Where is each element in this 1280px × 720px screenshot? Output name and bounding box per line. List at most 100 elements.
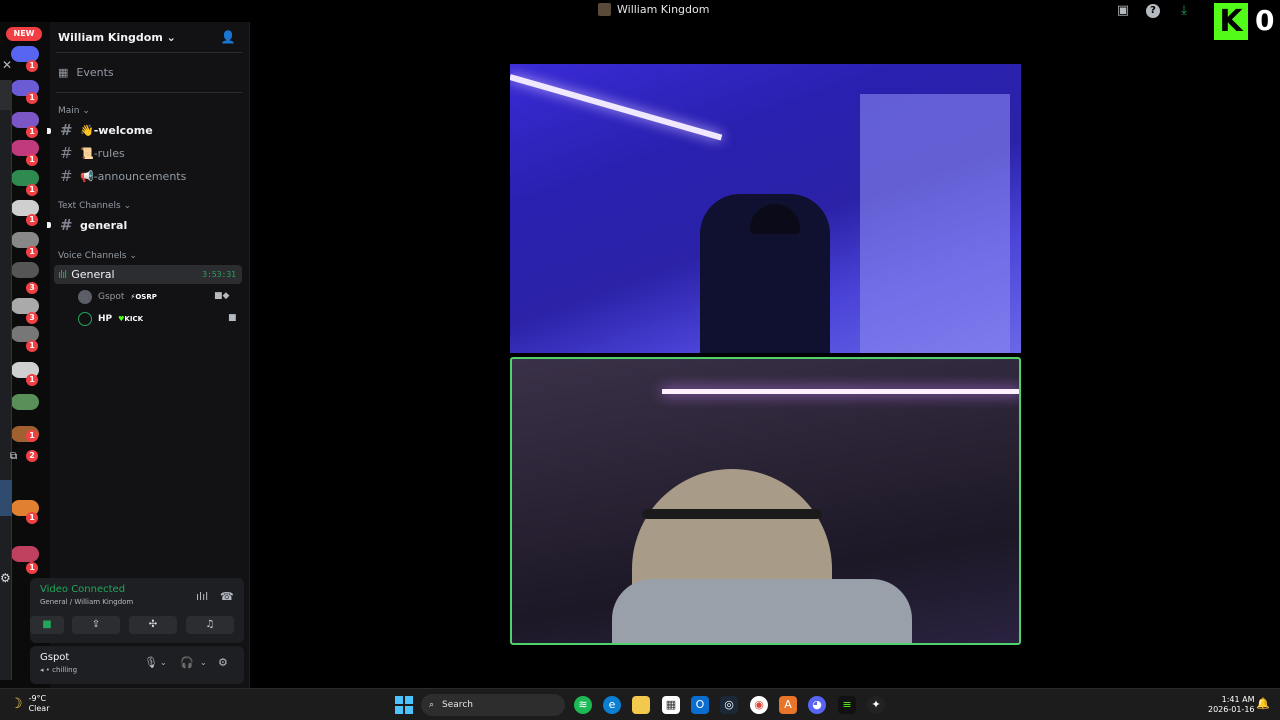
channel-welcome[interactable]: # 👋 -welcome xyxy=(58,120,242,140)
calendar-icon: ▦ xyxy=(58,66,69,79)
category-label: Voice Channels xyxy=(58,251,127,261)
screen-share-button[interactable]: ⇪ xyxy=(72,616,120,634)
channel-general[interactable]: # general xyxy=(58,215,242,235)
events-item[interactable]: ▦ Events xyxy=(58,66,114,79)
help-icon[interactable]: ? xyxy=(1146,4,1160,18)
chrome-icon[interactable]: ◉ xyxy=(750,696,768,714)
channel-rules[interactable]: # 📜 -rules xyxy=(58,143,242,163)
inbox-icon[interactable]: ▣ xyxy=(1115,3,1131,19)
edge-icon[interactable]: e xyxy=(603,696,621,714)
microphone-icon[interactable]: 🎙 xyxy=(144,656,158,669)
server-icon[interactable] xyxy=(11,326,39,342)
hash-icon: # xyxy=(60,216,73,234)
voice-channel-name: General xyxy=(71,268,115,281)
server-icon[interactable] xyxy=(11,298,39,314)
windows-start-icon[interactable] xyxy=(395,696,413,714)
mention-badge: 1 xyxy=(26,562,38,574)
mention-badge: 1 xyxy=(26,340,38,352)
mention-badge: 1 xyxy=(26,214,38,226)
popout-icon[interactable]: ⧉ xyxy=(10,451,17,462)
title-bar: William Kingdom ▣ ? ⤓ xyxy=(0,0,1280,22)
led-strip xyxy=(510,74,723,141)
led-strip xyxy=(662,389,1019,394)
mention-badge: 1 xyxy=(26,154,38,166)
kick-viewer-count: 0 xyxy=(1255,4,1275,37)
member-name: HP xyxy=(98,314,113,324)
store-icon[interactable]: ▦ xyxy=(662,696,680,714)
mention-badge: 1 xyxy=(26,92,38,104)
noise-suppression-icon[interactable]: ılıl xyxy=(196,590,208,603)
chevron-down-icon: ⌄ xyxy=(129,251,137,261)
server-icon[interactable] xyxy=(11,170,39,186)
server-icon[interactable] xyxy=(11,112,39,128)
voice-channel-general[interactable]: ılıl General 3:53:31 xyxy=(54,265,242,284)
video-tile-bottom[interactable] xyxy=(510,357,1021,645)
clock[interactable]: 1:41 AM 2026-01-16 xyxy=(1208,695,1255,715)
mention-badge: 2 xyxy=(26,450,38,462)
hash-icon: # xyxy=(60,167,73,185)
category-text-channels[interactable]: Text Channels ⌄ xyxy=(58,201,131,211)
server-name-header[interactable]: William Kingdom ⌄ xyxy=(58,31,176,44)
weather-temp: -9°C xyxy=(28,694,47,703)
chevron-down-icon[interactable]: ⌄ xyxy=(160,658,167,667)
app-icon[interactable]: A xyxy=(779,696,797,714)
server-icon[interactable] xyxy=(11,46,39,62)
chevron-down-icon[interactable]: ⌄ xyxy=(200,658,207,667)
channel-name: general xyxy=(80,218,128,232)
app-icon[interactable]: ✦ xyxy=(867,696,885,714)
terminal-icon[interactable]: ≡ xyxy=(838,696,856,714)
weather-desc: Clear xyxy=(28,704,50,713)
activities-button[interactable]: ✣ xyxy=(129,616,177,634)
soundboard-button[interactable]: ♫ xyxy=(186,616,234,634)
server-icon[interactable] xyxy=(11,140,39,156)
kick-logo: K xyxy=(1214,3,1248,40)
channel-name: -welcome xyxy=(93,123,153,137)
divider xyxy=(56,92,242,93)
file-explorer-icon[interactable] xyxy=(632,696,650,714)
overlay-block xyxy=(0,80,12,110)
download-icon[interactable]: ⤓ xyxy=(1176,3,1192,19)
gear-icon[interactable]: ⚙ xyxy=(218,656,228,669)
voice-location[interactable]: General / William Kingdom xyxy=(40,598,133,606)
server-icon[interactable] xyxy=(11,546,39,562)
tag-label: OSRP xyxy=(135,293,157,301)
hash-icon: # xyxy=(60,144,73,162)
server-icon[interactable] xyxy=(11,394,39,410)
mention-badge: 1 xyxy=(26,374,38,386)
notification-icon[interactable]: 🔔 xyxy=(1256,697,1270,710)
outlook-icon[interactable]: O xyxy=(691,696,709,714)
category-label: Main xyxy=(58,106,80,116)
category-main[interactable]: Main ⌄ xyxy=(58,106,90,116)
category-label: Text Channels xyxy=(58,201,121,211)
steam-icon[interactable]: ◎ xyxy=(720,696,738,714)
chevron-down-icon: ⌄ xyxy=(123,201,132,211)
window-title-text: William Kingdom xyxy=(617,3,710,16)
add-member-icon[interactable]: 👤 xyxy=(220,30,236,46)
video-tile-top[interactable] xyxy=(510,64,1021,353)
disconnect-icon[interactable]: ☎ xyxy=(220,590,234,603)
server-icon xyxy=(598,3,611,16)
spotify-icon[interactable]: ≋ xyxy=(574,696,592,714)
camera-button[interactable]: ■ xyxy=(30,616,64,634)
voice-member[interactable]: HP ♥KICK xyxy=(78,311,143,327)
gear-icon[interactable]: ⚙ xyxy=(0,571,14,585)
member-tag: ♥KICK xyxy=(118,315,144,323)
discord-icon[interactable]: ◕ xyxy=(808,696,826,714)
voice-connection-panel: Video Connected General / William Kingdo… xyxy=(30,578,244,643)
member-name: Gspot xyxy=(98,292,125,302)
server-icon[interactable] xyxy=(11,262,39,278)
voice-member[interactable]: Gspot ⚡OSRP xyxy=(78,289,157,305)
channel-announcements[interactable]: # 📢 -announcements xyxy=(58,166,242,186)
channel-emoji: 📜 xyxy=(80,146,94,160)
headphones-icon[interactable]: 🎧 xyxy=(180,656,194,669)
mention-badge: 1 xyxy=(26,430,38,442)
camera-icon: ■◆ xyxy=(214,291,230,301)
taskbar-search[interactable]: ⌕ Search xyxy=(421,694,565,716)
category-voice-channels[interactable]: Voice Channels ⌄ xyxy=(58,251,137,261)
username[interactable]: Gspot xyxy=(40,652,69,663)
weather-widget[interactable]: ☽ -9°C Clear xyxy=(10,694,49,714)
server-icon[interactable] xyxy=(11,232,39,248)
close-icon[interactable]: ✕ xyxy=(2,58,12,72)
server-icon[interactable] xyxy=(11,200,39,216)
new-badge: NEW xyxy=(6,27,42,41)
